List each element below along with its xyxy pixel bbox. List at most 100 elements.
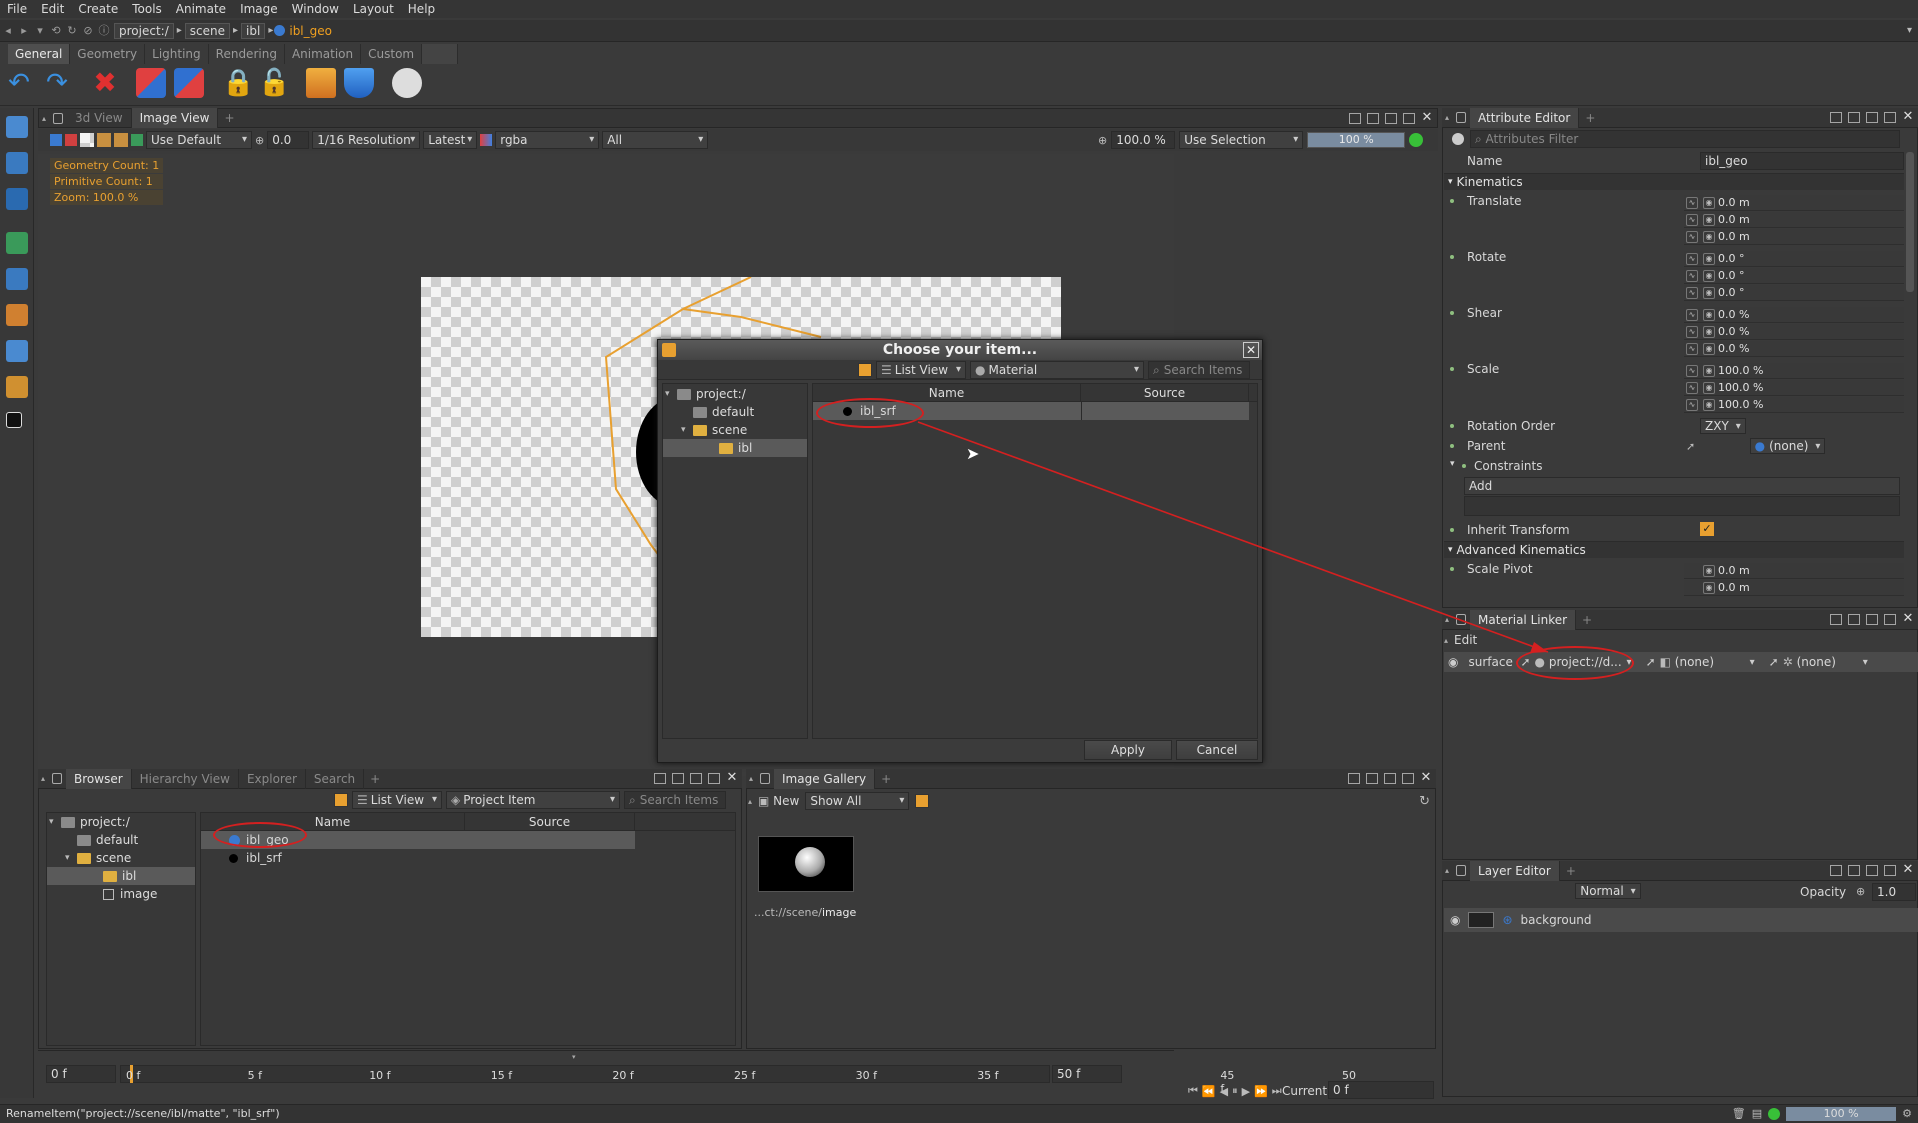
tab-image-gallery[interactable]: Image Gallery [774, 768, 876, 789]
tab-hierarchy-view[interactable]: Hierarchy View [132, 768, 239, 789]
shelf-tab-animation[interactable]: Animation [285, 44, 362, 64]
scale-x[interactable]: ∿ ◉ 100.0 % [1684, 363, 1904, 379]
layer-dropdown[interactable]: All [602, 131, 709, 149]
close-icon[interactable]: ✕ [1902, 110, 1914, 123]
translate-z[interactable]: ∿ ◉ 0.0 m [1684, 229, 1904, 245]
pick-icon[interactable]: ➚ [1686, 440, 1698, 454]
lock-icon[interactable] [53, 112, 64, 124]
close-icon[interactable]: ✕ [1243, 342, 1259, 358]
translate-y[interactable]: ∿ ◉ 0.0 m [1684, 212, 1904, 228]
dialog-filter-dropdown[interactable]: ● Material [970, 360, 1144, 379]
light-tool-icon[interactable] [6, 268, 28, 290]
expand-icon[interactable]: ▾ [49, 813, 61, 831]
curve-icon[interactable]: ∿ [1686, 269, 1698, 282]
close-icon[interactable]: ✕ [1421, 111, 1433, 124]
selection-dropdown[interactable]: Use Selection [1179, 131, 1304, 149]
link-icon[interactable]: ◉ [1703, 308, 1715, 321]
collapse-icon[interactable]: ▴ [1442, 866, 1452, 875]
expand-icon[interactable]: ▾ [665, 385, 677, 403]
menu-animate[interactable]: Animate [169, 2, 233, 16]
rotate-z[interactable]: ∿ ◉ 0.0 ° [1684, 285, 1904, 301]
dialog-search-input[interactable]: ⌕ Search Items [1148, 360, 1250, 379]
add-constraint-button[interactable]: Add [1464, 477, 1900, 495]
view-toggle-icon[interactable] [334, 793, 348, 807]
column-source[interactable]: Source [1081, 384, 1249, 401]
pause-icon[interactable]: ⏸ [1232, 1084, 1238, 1098]
refresh-icon[interactable]: ↻ [64, 23, 80, 39]
view-toggle-icon[interactable] [858, 362, 872, 377]
tab-explorer[interactable]: Explorer [239, 768, 306, 789]
curve-icon[interactable]: ∿ [1686, 308, 1698, 321]
link-icon[interactable]: ◉ [1703, 286, 1715, 299]
tree-item-scene[interactable]: ▾ scene [681, 421, 747, 439]
resolution-dropdown[interactable]: 1/16 Resolution [312, 131, 421, 149]
info-icon[interactable]: ⓘ [96, 23, 112, 39]
channels-dropdown[interactable]: rgba [495, 131, 600, 149]
checker-icon[interactable] [80, 133, 94, 147]
attribute-filter-input[interactable]: ⌕ Attributes Filter [1470, 130, 1900, 148]
tab-image-view[interactable]: Image View [131, 108, 219, 128]
name-field[interactable]: ibl_geo [1700, 152, 1904, 170]
add-tab-icon[interactable]: + [875, 772, 897, 786]
compare-icon[interactable] [131, 134, 143, 146]
eye-icon[interactable]: ◉ [1448, 655, 1458, 669]
columns-icon[interactable] [1866, 112, 1878, 123]
color-swatch-icon[interactable] [6, 412, 22, 428]
add-tab-icon[interactable]: + [1560, 864, 1582, 878]
collapse-icon[interactable]: ▴ [748, 797, 752, 806]
maximize-icon[interactable] [1884, 614, 1896, 625]
lock-icon[interactable] [760, 773, 771, 784]
link-icon[interactable]: ◉ [1703, 581, 1715, 594]
menu-help[interactable]: Help [401, 2, 442, 16]
link-icon[interactable]: ◉ [1703, 196, 1715, 209]
blend-mode-dropdown[interactable]: Normal [1575, 883, 1641, 899]
eye-icon[interactable]: ◉ [1450, 913, 1460, 927]
maximize-icon[interactable] [1402, 773, 1414, 784]
eye-icon[interactable] [1452, 133, 1464, 145]
columns-icon[interactable] [690, 773, 702, 784]
cancel-button[interactable]: Cancel [1176, 740, 1258, 760]
split-icon[interactable] [672, 773, 684, 784]
settings-icon[interactable]: ⚙ [1902, 1105, 1912, 1123]
material-box-icon[interactable] [306, 68, 336, 98]
tile-icon[interactable] [1830, 614, 1842, 625]
shelf-tab-lighting[interactable]: Lighting [145, 44, 209, 64]
back-icon[interactable]: ◂ [0, 23, 16, 39]
apply-button[interactable]: Apply [1084, 740, 1172, 760]
list-item[interactable]: ibl_srf [201, 849, 635, 867]
start-frame-field[interactable]: 0 f [46, 1065, 116, 1083]
render-icon[interactable] [392, 68, 422, 98]
columns-icon[interactable] [1866, 865, 1878, 876]
add-tab-icon[interactable]: + [218, 111, 240, 125]
undo-icon[interactable]: ↶ [4, 68, 34, 98]
curve-icon[interactable]: ∿ [1686, 230, 1698, 243]
advanced-kinematics-section[interactable]: ▾ Advanced Kinematics [1444, 541, 1904, 558]
maximize-icon[interactable] [1884, 865, 1896, 876]
tile-icon[interactable] [1830, 865, 1842, 876]
trash-icon[interactable]: 🗑 [1732, 1105, 1746, 1123]
next-frame-icon[interactable]: ⏩ [1254, 1085, 1268, 1098]
exposure-field[interactable]: 0.0 [267, 131, 310, 149]
parent-dropdown[interactable]: ● (none) [1749, 438, 1826, 454]
refresh-icon[interactable]: ↻ [1419, 794, 1434, 809]
tab-layer-editor[interactable]: Layer Editor [1470, 860, 1560, 881]
slot3-value[interactable]: ✲ (none) [1783, 655, 1859, 669]
play-icon[interactable]: ▶ [1242, 1085, 1250, 1098]
collapse-icon[interactable]: ▴ [746, 774, 756, 783]
chevron-down-icon[interactable]: ▾ [1863, 657, 1868, 668]
add-tab-icon[interactable]: + [1576, 613, 1598, 627]
link-icon[interactable]: ◉ [1703, 381, 1715, 394]
maximize-icon[interactable] [1403, 112, 1415, 124]
curve-icon[interactable]: ∿ [1686, 252, 1698, 265]
tab-material-linker[interactable]: Material Linker [1470, 609, 1577, 630]
tab-browser[interactable]: Browser [66, 768, 132, 789]
shelf-tab-extra[interactable] [422, 44, 459, 64]
crumb-scene[interactable]: scene [184, 22, 230, 39]
columns-icon[interactable] [1385, 112, 1397, 124]
tree-item-ibl[interactable]: ibl [47, 867, 195, 885]
column-source[interactable]: Source [465, 813, 635, 830]
maximize-icon[interactable] [708, 773, 720, 784]
gallery-filter-dropdown[interactable]: Show All [805, 792, 910, 810]
curve-icon[interactable]: ∿ [1686, 286, 1698, 299]
delete-icon[interactable]: ✖ [90, 68, 120, 98]
